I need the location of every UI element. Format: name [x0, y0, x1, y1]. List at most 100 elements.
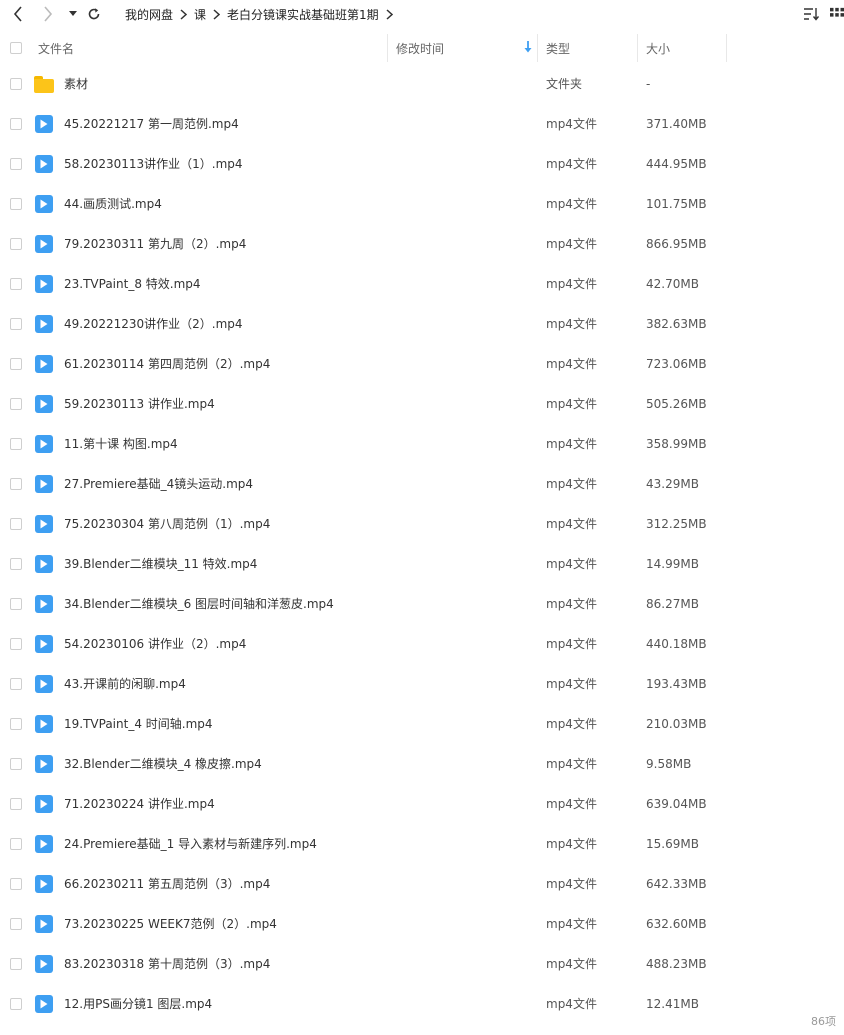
row-checkbox[interactable]: [10, 998, 22, 1010]
file-name[interactable]: 23.TVPaint_8 特效.mp4: [64, 264, 201, 304]
back-button[interactable]: [8, 3, 28, 25]
row-checkbox-cell: [10, 838, 22, 850]
row-checkbox[interactable]: [10, 78, 22, 90]
file-size: 382.63MB: [646, 317, 707, 331]
file-name[interactable]: 61.20230114 第四周范例（2）.mp4: [64, 344, 270, 384]
row-checkbox[interactable]: [10, 118, 22, 130]
file-row[interactable]: 83.20230318 第十周范例（3）.mp4 mp4文件 488.23MB: [0, 944, 844, 984]
file-row[interactable]: 11.第十课 构图.mp4 mp4文件 358.99MB: [0, 424, 844, 464]
row-checkbox[interactable]: [10, 678, 22, 690]
row-checkbox[interactable]: [10, 558, 22, 570]
breadcrumb-item-my-drive[interactable]: 我的网盘: [125, 6, 173, 23]
row-checkbox[interactable]: [10, 518, 22, 530]
file-name[interactable]: 54.20230106 讲作业（2）.mp4: [64, 624, 246, 664]
file-row[interactable]: 58.20230113讲作业（1）.mp4 mp4文件 444.95MB: [0, 144, 844, 184]
file-row[interactable]: 19.TVPaint_4 时间轴.mp4 mp4文件 210.03MB: [0, 704, 844, 744]
file-row[interactable]: 45.20221217 第一周范例.mp4 mp4文件 371.40MB: [0, 104, 844, 144]
file-name[interactable]: 43.开课前的闲聊.mp4: [64, 664, 186, 704]
file-name[interactable]: 83.20230318 第十周范例（3）.mp4: [64, 944, 270, 984]
file-name[interactable]: 19.TVPaint_4 时间轴.mp4: [64, 704, 213, 744]
row-checkbox[interactable]: [10, 318, 22, 330]
sort-icon[interactable]: [802, 5, 820, 23]
breadcrumb-item-current-folder[interactable]: 老白分镜课实战基础班第1期: [227, 6, 379, 23]
file-row[interactable]: 71.20230224 讲作业.mp4 mp4文件 639.04MB: [0, 784, 844, 824]
column-header-modified-time[interactable]: 修改时间: [387, 34, 537, 62]
file-row[interactable]: 75.20230304 第八周范例（1）.mp4 mp4文件 312.25MB: [0, 504, 844, 544]
row-checkbox[interactable]: [10, 718, 22, 730]
file-row[interactable]: 39.Blender二维模块_11 特效.mp4 mp4文件 14.99MB: [0, 544, 844, 584]
file-type: mp4文件: [546, 437, 597, 451]
file-type: mp4文件: [546, 957, 597, 971]
file-name[interactable]: 73.20230225 WEEK7范例（2）.mp4: [64, 904, 277, 944]
file-name[interactable]: 11.第十课 构图.mp4: [64, 424, 178, 464]
file-name[interactable]: 27.Premiere基础_4镜头运动.mp4: [64, 464, 253, 504]
file-row[interactable]: 49.20221230讲作业（2）.mp4 mp4文件 382.63MB: [0, 304, 844, 344]
file-name[interactable]: 34.Blender二维模块_6 图层时间轴和洋葱皮.mp4: [64, 584, 334, 624]
select-all-checkbox[interactable]: [10, 42, 22, 54]
video-file-icon: [34, 154, 54, 174]
file-name[interactable]: 59.20230113 讲作业.mp4: [64, 384, 215, 424]
file-name[interactable]: 58.20230113讲作业（1）.mp4: [64, 144, 243, 184]
file-type: mp4文件: [546, 917, 597, 931]
file-name[interactable]: 79.20230311 第九周（2）.mp4: [64, 224, 246, 264]
file-row[interactable]: 66.20230211 第五周范例（3）.mp4 mp4文件 642.33MB: [0, 864, 844, 904]
file-name[interactable]: 66.20230211 第五周范例（3）.mp4: [64, 864, 270, 904]
grid-view-icon[interactable]: [830, 5, 844, 23]
row-checkbox[interactable]: [10, 158, 22, 170]
file-name[interactable]: 39.Blender二维模块_11 特效.mp4: [64, 544, 257, 584]
file-row[interactable]: 43.开课前的闲聊.mp4 mp4文件 193.43MB: [0, 664, 844, 704]
row-checkbox[interactable]: [10, 838, 22, 850]
row-checkbox[interactable]: [10, 238, 22, 250]
history-dropdown-button[interactable]: [66, 3, 80, 25]
file-row[interactable]: 59.20230113 讲作业.mp4 mp4文件 505.26MB: [0, 384, 844, 424]
file-size: 312.25MB: [646, 517, 707, 531]
file-row[interactable]: 23.TVPaint_8 特效.mp4 mp4文件 42.70MB: [0, 264, 844, 304]
file-row[interactable]: 24.Premiere基础_1 导入素材与新建序列.mp4 mp4文件 15.69M…: [0, 824, 844, 864]
file-row[interactable]: 34.Blender二维模块_6 图层时间轴和洋葱皮.mp4 mp4文件 86.27…: [0, 584, 844, 624]
file-name[interactable]: 71.20230224 讲作业.mp4: [64, 784, 215, 824]
file-row[interactable]: 73.20230225 WEEK7范例（2）.mp4 mp4文件 632.60MB: [0, 904, 844, 944]
row-checkbox[interactable]: [10, 438, 22, 450]
breadcrumb-item-course[interactable]: 课: [194, 6, 206, 23]
column-header-name[interactable]: 文件名: [38, 34, 386, 62]
file-name[interactable]: 49.20221230讲作业（2）.mp4: [64, 304, 243, 344]
row-checkbox[interactable]: [10, 878, 22, 890]
refresh-icon: [88, 8, 100, 20]
row-checkbox[interactable]: [10, 918, 22, 930]
file-name[interactable]: 45.20221217 第一周范例.mp4: [64, 104, 239, 144]
chevron-right-icon[interactable]: [386, 8, 393, 20]
file-name[interactable]: 32.Blender二维模块_4 橡皮擦.mp4: [64, 744, 262, 784]
file-row[interactable]: 12.用PS画分镜1 图层.mp4 mp4文件 12.41MB: [0, 984, 844, 1024]
row-checkbox[interactable]: [10, 638, 22, 650]
file-row[interactable]: 27.Premiere基础_4镜头运动.mp4 mp4文件 43.29MB: [0, 464, 844, 504]
row-checkbox[interactable]: [10, 398, 22, 410]
row-checkbox[interactable]: [10, 798, 22, 810]
forward-button[interactable]: [38, 3, 58, 25]
refresh-button[interactable]: [85, 3, 103, 25]
file-size: 632.60MB: [646, 917, 707, 931]
row-checkbox[interactable]: [10, 478, 22, 490]
row-checkbox[interactable]: [10, 198, 22, 210]
file-row[interactable]: 54.20230106 讲作业（2）.mp4 mp4文件 440.18MB: [0, 624, 844, 664]
row-checkbox-cell: [10, 998, 22, 1010]
row-checkbox[interactable]: [10, 758, 22, 770]
file-type: mp4文件: [546, 677, 597, 691]
row-checkbox[interactable]: [10, 278, 22, 290]
row-checkbox[interactable]: [10, 358, 22, 370]
file-name[interactable]: 素材: [64, 64, 88, 104]
file-name[interactable]: 12.用PS画分镜1 图层.mp4: [64, 984, 212, 1024]
video-file-icon: [34, 834, 54, 854]
row-checkbox[interactable]: [10, 598, 22, 610]
file-row[interactable]: 44.画质测试.mp4 mp4文件 101.75MB: [0, 184, 844, 224]
file-row[interactable]: 79.20230311 第九周（2）.mp4 mp4文件 866.95MB: [0, 224, 844, 264]
column-header-size[interactable]: 大小: [637, 34, 727, 62]
file-row[interactable]: 32.Blender二维模块_4 橡皮擦.mp4 mp4文件 9.58MB: [0, 744, 844, 784]
file-row[interactable]: 素材 文件夹 -: [0, 64, 844, 104]
file-name[interactable]: 44.画质测试.mp4: [64, 184, 162, 224]
column-header-type[interactable]: 类型: [537, 34, 637, 62]
row-checkbox[interactable]: [10, 958, 22, 970]
file-size: 639.04MB: [646, 797, 707, 811]
file-name[interactable]: 24.Premiere基础_1 导入素材与新建序列.mp4: [64, 824, 317, 864]
file-row[interactable]: 61.20230114 第四周范例（2）.mp4 mp4文件 723.06MB: [0, 344, 844, 384]
file-name[interactable]: 75.20230304 第八周范例（1）.mp4: [64, 504, 270, 544]
